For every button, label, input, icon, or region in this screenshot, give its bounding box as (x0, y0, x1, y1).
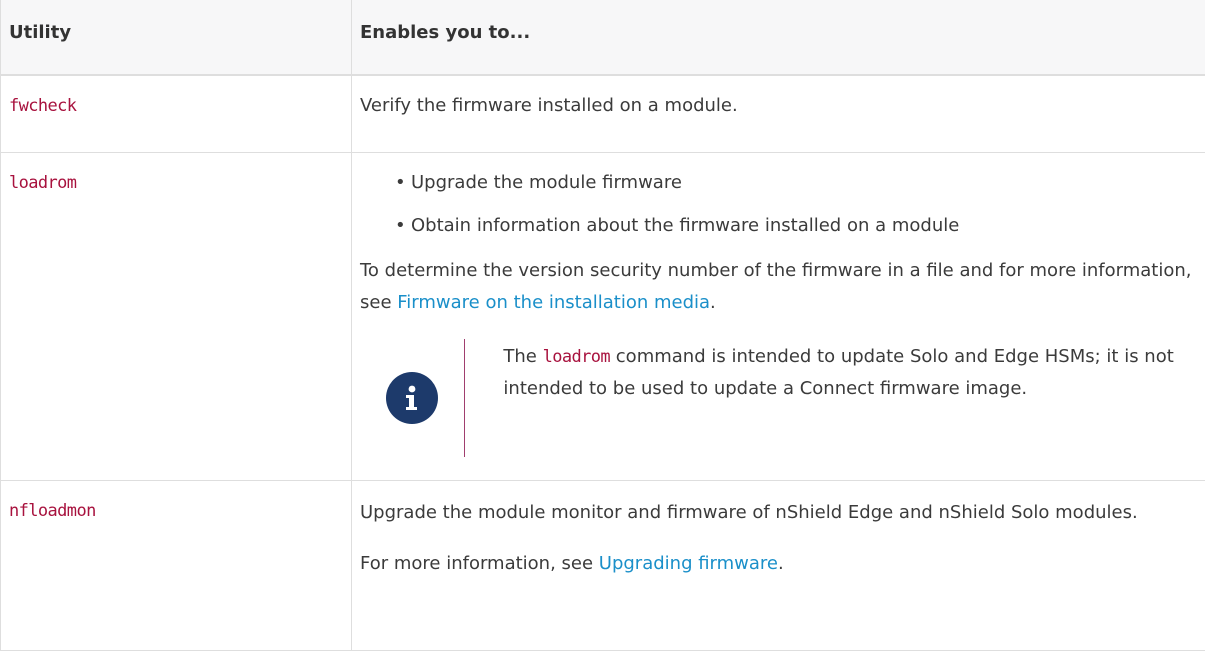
utility-fwcheck: fwcheck (9, 96, 76, 116)
note-text: The loadrom command is intended to updat… (465, 339, 1205, 457)
description-cell: Upgrade the module monitor and firmware … (352, 480, 1205, 650)
paragraph: To determine the version security number… (360, 255, 1205, 319)
description-cell: •Upgrade the module firmware •Obtain inf… (352, 152, 1205, 480)
description-text: Upgrade the module monitor and firmware … (360, 497, 1205, 529)
table-row: nfloadmon Upgrade the module monitor and… (1, 480, 1205, 650)
utility-cell: nfloadmon (1, 480, 352, 650)
utilities-table: Utility Enables you to... fwcheck Verify… (0, 0, 1205, 651)
description-text: Verify the firmware installed on a modul… (360, 90, 1205, 122)
table-row: loadrom •Upgrade the module firmware •Ob… (1, 152, 1205, 480)
utility-cell: loadrom (1, 152, 352, 480)
info-icon (386, 372, 438, 424)
utility-loadrom: loadrom (9, 173, 76, 193)
list-item: •Upgrade the module firmware (395, 167, 1205, 199)
upgrading-firmware-link[interactable]: Upgrading firmware (599, 553, 778, 574)
inline-code: loadrom (543, 347, 610, 367)
bullet-list: •Upgrade the module firmware •Obtain inf… (360, 167, 1205, 242)
note-admonition: The loadrom command is intended to updat… (360, 339, 1205, 457)
table-header-row: Utility Enables you to... (1, 0, 1205, 75)
utility-cell: fwcheck (1, 75, 352, 152)
description-cell: Verify the firmware installed on a modul… (352, 75, 1205, 152)
paragraph: For more information, see Upgrading firm… (360, 548, 1205, 580)
header-enables: Enables you to... (352, 0, 1205, 75)
table-row: fwcheck Verify the firmware installed on… (1, 75, 1205, 152)
header-utility: Utility (1, 0, 352, 75)
list-item: •Obtain information about the firmware i… (395, 210, 1205, 242)
utility-nfloadmon: nfloadmon (9, 501, 96, 521)
firmware-media-link[interactable]: Firmware on the installation media (397, 292, 710, 313)
